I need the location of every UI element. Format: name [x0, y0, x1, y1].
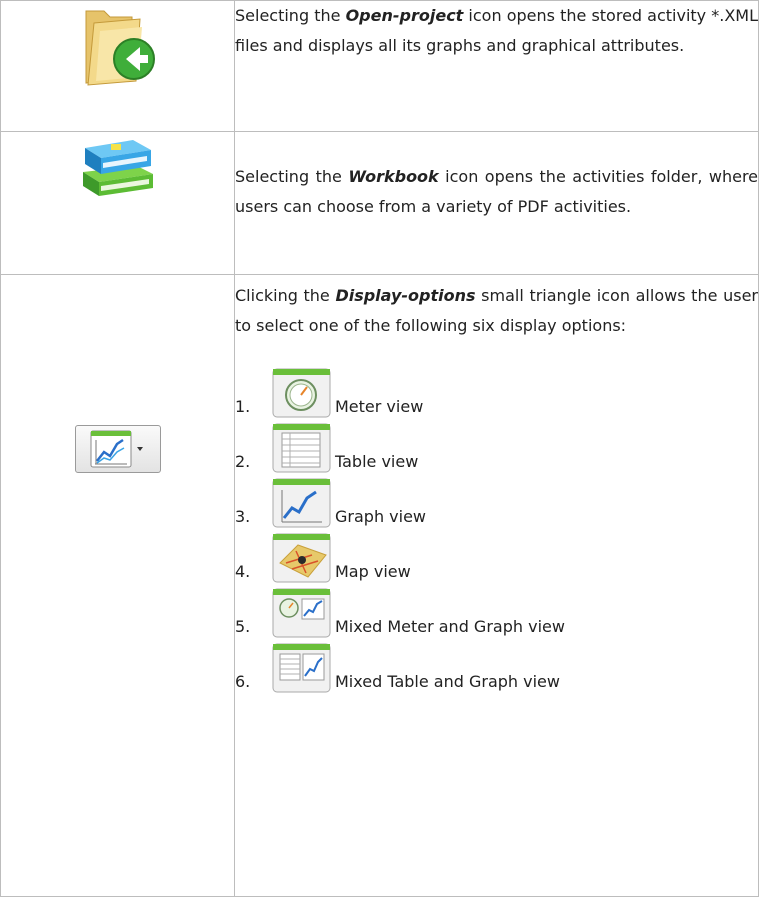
description-text-before: Selecting the	[235, 6, 346, 25]
list-item[interactable]: 5. Mixed Meter and Graph view	[235, 583, 758, 638]
description-cell: Clicking the Display-options small trian…	[234, 274, 759, 897]
table-row: Selecting the Workbook icon opens the ac…	[0, 131, 759, 275]
workbook-books-icon[interactable]	[77, 132, 159, 202]
icon-cell	[0, 0, 235, 132]
option-number: 6.	[235, 672, 251, 691]
list-item[interactable]: 3. Graph view	[235, 473, 758, 528]
description-text-before: Selecting the	[235, 167, 349, 186]
option-label: Table view	[335, 452, 419, 471]
table-row: Clicking the Display-options small trian…	[0, 274, 759, 897]
display-options-icon	[90, 430, 143, 468]
triangle-icon[interactable]	[136, 447, 143, 451]
option-number: 1.	[235, 397, 251, 416]
display-options-list: 1. Meter view 2. Table view 3. Graph vie…	[235, 363, 758, 693]
emphasis-workbook: Workbook	[348, 167, 439, 186]
emphasis-open-project: Open-project	[345, 6, 464, 25]
graph-view-icon	[272, 478, 331, 528]
map-view-icon	[272, 533, 331, 583]
option-label: Mixed Table and Graph view	[335, 672, 560, 691]
list-item[interactable]: 6. Mixed Table and Graph view	[235, 638, 758, 693]
option-label: Meter view	[335, 397, 424, 416]
description-text-before: Clicking the	[235, 286, 336, 305]
meter-view-icon	[272, 368, 331, 418]
feature-table: Selecting the Open-project icon opens th…	[0, 0, 759, 897]
table-view-icon	[272, 423, 331, 473]
open-project-folder-icon[interactable]	[80, 1, 156, 87]
option-number: 2.	[235, 452, 251, 471]
option-number: 4.	[235, 562, 251, 581]
emphasis-display-options: Display-options	[335, 286, 476, 305]
mixed-table-graph-view-icon	[272, 643, 331, 693]
option-label: Mixed Meter and Graph view	[335, 617, 565, 636]
icon-cell	[0, 131, 235, 275]
description-cell: Selecting the Workbook icon opens the ac…	[234, 131, 759, 275]
table-row: Selecting the Open-project icon opens th…	[0, 0, 759, 132]
list-item[interactable]: 1. Meter view	[235, 363, 758, 418]
list-item[interactable]: 2. Table view	[235, 418, 758, 473]
list-item[interactable]: 4. Map view	[235, 528, 758, 583]
description-cell: Selecting the Open-project icon opens th…	[234, 0, 759, 132]
option-label: Graph view	[335, 507, 427, 526]
display-options-button[interactable]	[74, 425, 161, 473]
option-number: 5.	[235, 617, 251, 636]
option-label: Map view	[335, 562, 411, 581]
option-number: 3.	[235, 507, 251, 526]
icon-cell	[0, 274, 235, 897]
mixed-meter-graph-view-icon	[272, 588, 331, 638]
